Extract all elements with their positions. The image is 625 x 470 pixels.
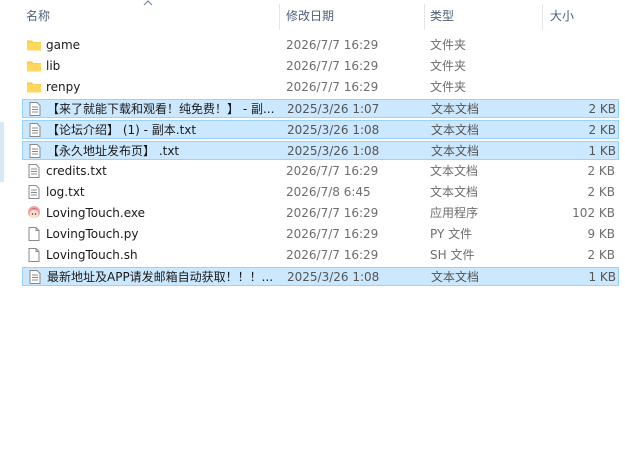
file-row[interactable]: 【永久地址发布页】 .txt 2025/3/26 1:08 文本文档 1 KB — [22, 141, 619, 160]
file-type: PY 文件 — [430, 227, 473, 241]
file-modified-date: 2026/7/7 16:29 — [286, 38, 379, 52]
file-size: 9 KB — [587, 227, 615, 241]
file-type: 文本文档 — [430, 185, 479, 199]
column-header-type[interactable]: 类型 — [430, 0, 540, 32]
text-file-icon — [27, 122, 43, 139]
file-row[interactable]: log.txt 2026/7/8 6:45 文本文档 2 KB — [22, 183, 619, 202]
file-name: game — [46, 38, 81, 52]
file-type: SH 文件 — [430, 248, 475, 262]
file-modified-date: 2026/7/7 16:29 — [286, 206, 379, 220]
sort-ascending-icon — [143, 0, 153, 6]
column-header-size[interactable]: 大小 — [550, 0, 620, 32]
file-type: 文件夹 — [430, 38, 467, 52]
file-size: 2 KB — [587, 185, 615, 199]
file-modified-date: 2026/7/8 6:45 — [286, 185, 371, 199]
folder-icon — [26, 58, 42, 75]
column-header-size-label: 大小 — [550, 9, 575, 23]
file-size: 1 KB — [588, 144, 616, 158]
file-name: LovingTouch.py — [46, 227, 139, 241]
file-name: renpy — [46, 80, 81, 94]
file-row[interactable]: 【来了就能下载和观看！纯免费！】 - 副... 2025/3/26 1:07 文本文… — [22, 99, 619, 118]
file-size: 2 KB — [588, 123, 616, 137]
file-size: 2 KB — [587, 248, 615, 262]
file-name: LovingTouch.exe — [46, 206, 146, 220]
file-size — [542, 78, 615, 97]
file-modified-date: 2025/3/26 1:08 — [287, 144, 380, 158]
folder-row[interactable]: game 2026/7/7 16:29 文件夹 — [22, 36, 619, 55]
file-row[interactable]: LovingTouch.py 2026/7/7 16:29 PY 文件 9 KB — [22, 225, 619, 244]
file-size: 2 KB — [588, 102, 616, 116]
file-modified-date: 2026/7/7 16:29 — [286, 248, 379, 262]
file-type: 文件夹 — [430, 80, 467, 94]
file-name: 【永久地址发布页】 .txt — [47, 144, 180, 158]
file-modified-date: 2026/7/7 16:29 — [286, 59, 379, 73]
file-name: log.txt — [46, 185, 85, 199]
file-name: LovingTouch.sh — [46, 248, 138, 262]
text-file-icon — [27, 143, 43, 160]
folder-row[interactable]: lib 2026/7/7 16:29 文件夹 — [22, 57, 619, 76]
column-header-modified-label: 修改日期 — [286, 9, 335, 23]
file-modified-date: 2026/7/7 16:29 — [286, 164, 379, 178]
file-type: 文本文档 — [431, 144, 480, 158]
file-row[interactable]: 最新地址及APP请发邮箱自动获取！！！... 2025/3/26 1:08 文本文档… — [22, 267, 619, 286]
file-name: 【论坛介绍】 (1) - 副本.txt — [47, 123, 197, 137]
file-modified-date: 2026/7/7 16:29 — [286, 80, 379, 94]
text-file-icon — [27, 101, 43, 118]
file-modified-date: 2026/7/7 16:29 — [286, 227, 379, 241]
file-modified-date: 2025/3/26 1:08 — [287, 270, 380, 284]
column-divider[interactable] — [424, 4, 425, 30]
file-modified-date: 2025/3/26 1:08 — [287, 123, 380, 137]
file-row[interactable]: 【论坛介绍】 (1) - 副本.txt 2025/3/26 1:08 文本文档 2 K… — [22, 120, 619, 139]
folder-icon — [26, 37, 42, 54]
file-type: 文本文档 — [430, 164, 479, 178]
file-modified-date: 2025/3/26 1:07 — [287, 102, 380, 116]
blank-file-icon — [26, 247, 42, 264]
folder-row[interactable]: renpy 2026/7/7 16:29 文件夹 — [22, 78, 619, 97]
text-file-icon — [26, 163, 42, 180]
file-row[interactable]: LovingTouch.sh 2026/7/7 16:29 SH 文件 2 KB — [22, 246, 619, 265]
column-header-type-label: 类型 — [430, 9, 455, 23]
file-type: 应用程序 — [430, 206, 479, 220]
text-file-icon — [27, 269, 43, 286]
file-explorer-window: 名称 修改日期 类型 大小 game 2026/7/7 16:29 文件夹 lib 20… — [0, 0, 625, 470]
blank-file-icon — [26, 226, 42, 243]
text-file-icon — [26, 184, 42, 201]
column-header-bar: 名称 修改日期 类型 大小 — [0, 0, 625, 32]
column-header-modified[interactable]: 修改日期 — [286, 0, 422, 32]
file-name: 【来了就能下载和观看！纯免费！】 - 副... — [47, 102, 275, 116]
file-size — [542, 57, 615, 76]
file-size: 102 KB — [572, 206, 615, 220]
column-divider[interactable] — [279, 4, 280, 30]
file-size: 2 KB — [587, 164, 615, 178]
file-name: credits.txt — [46, 164, 107, 178]
file-size: 1 KB — [588, 270, 616, 284]
folder-icon — [26, 79, 42, 96]
file-row[interactable]: LovingTouch.exe 2026/7/7 16:29 应用程序 102 KB — [22, 204, 619, 223]
column-header-name-label: 名称 — [26, 9, 51, 23]
file-name: lib — [46, 59, 61, 73]
file-name: 最新地址及APP请发邮箱自动获取！！！... — [47, 270, 274, 284]
navigation-pane-edge — [0, 122, 4, 182]
file-row[interactable]: credits.txt 2026/7/7 16:29 文本文档 2 KB — [22, 162, 619, 181]
file-size — [542, 36, 615, 55]
file-type: 文本文档 — [431, 270, 480, 284]
column-divider[interactable] — [542, 4, 543, 30]
file-type: 文件夹 — [430, 59, 467, 73]
file-type: 文本文档 — [431, 123, 480, 137]
app-character-icon — [26, 205, 42, 222]
file-type: 文本文档 — [431, 102, 480, 116]
